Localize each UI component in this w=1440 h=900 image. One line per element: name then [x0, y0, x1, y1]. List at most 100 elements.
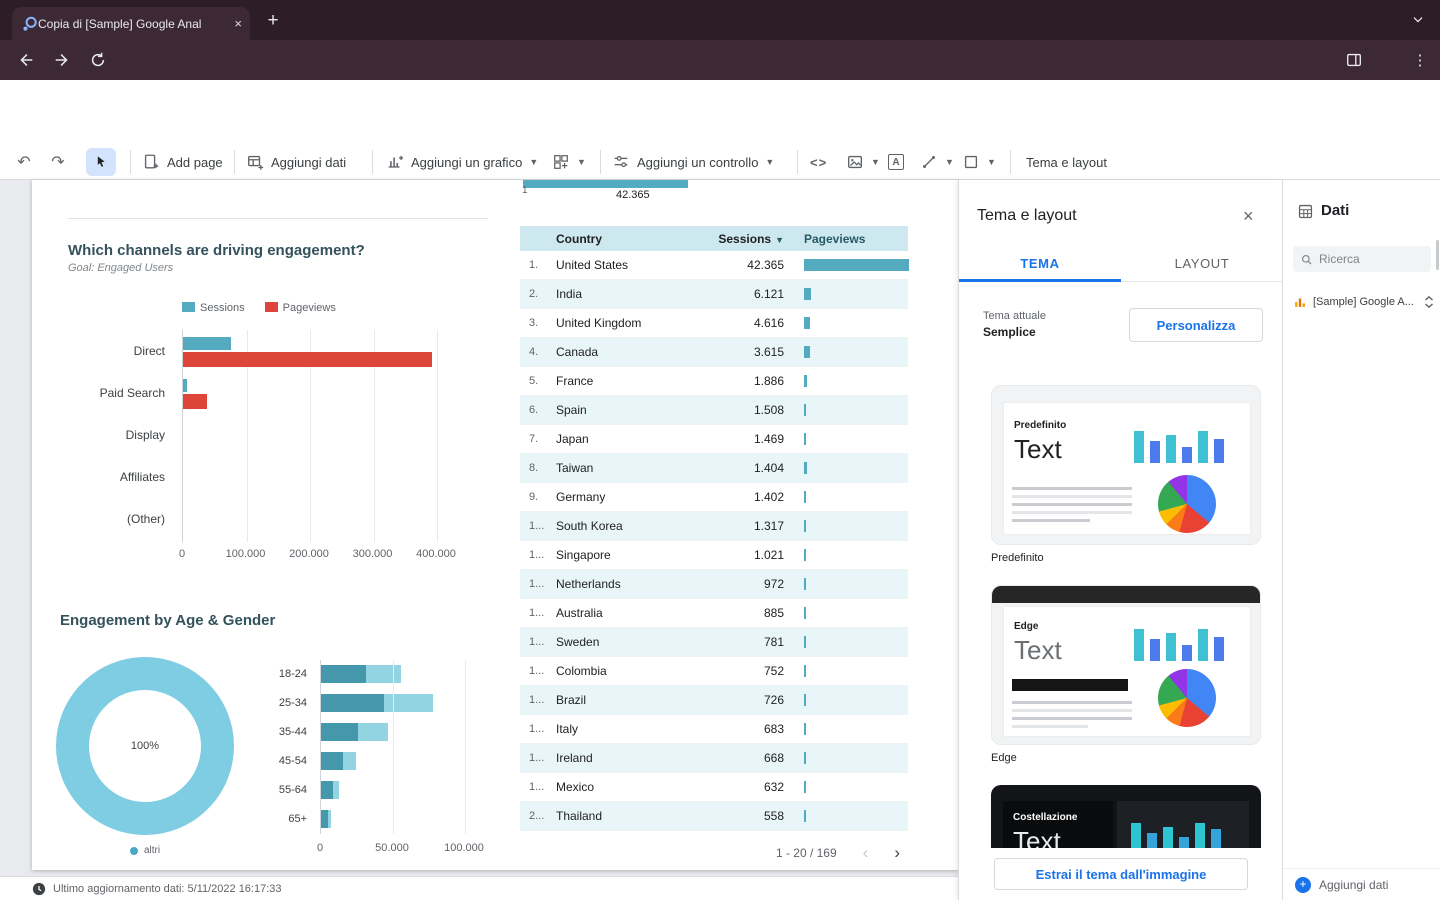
collapse-icon[interactable] — [1423, 295, 1435, 309]
table-row: 1...Colombia752 — [520, 657, 908, 686]
clipped-value-label: 42.365 — [616, 189, 650, 201]
table-row: 1...Brazil726 — [520, 686, 908, 715]
scrollbar-thumb[interactable] — [1436, 240, 1439, 270]
row-country: South Korea — [556, 519, 718, 533]
age-bar-segment — [321, 781, 333, 799]
embed-code-button[interactable]: <> — [810, 145, 827, 179]
pageviews-header[interactable]: Pageviews — [790, 232, 908, 246]
sort-caret-icon: ▼ — [775, 235, 784, 245]
theme-layout-label: Tema e layout — [1026, 155, 1107, 170]
tab-tema[interactable]: TEMA — [959, 246, 1121, 281]
redo-icon[interactable]: ↷ — [44, 145, 72, 179]
row-sessions: 3.615 — [718, 345, 790, 359]
table-pagination: 1 - 20 / 169 ‹ › — [520, 844, 908, 861]
chevron-down-icon[interactable] — [1410, 12, 1426, 33]
edge-header-strip — [992, 586, 1261, 603]
add-data-button[interactable]: Aggiungi dati — [246, 145, 346, 179]
image-tool-button[interactable]: ▼ — [846, 145, 880, 179]
age-bar-segment — [333, 781, 339, 799]
community-viz-button[interactable]: ▼ — [552, 145, 586, 179]
mini-bar-chart — [1134, 423, 1224, 463]
text-tool-button[interactable]: A — [888, 145, 904, 179]
extract-theme-button[interactable]: Estrai il tema dall'immagine — [994, 858, 1248, 890]
text-skeleton — [1012, 701, 1134, 733]
age-bar-chart[interactable] — [320, 660, 490, 834]
undo-icon[interactable]: ↶ — [10, 145, 38, 179]
row-rank: 6. — [520, 404, 556, 416]
add-chart-button[interactable]: Aggiungi un grafico ▼ — [386, 145, 538, 179]
legend-label-sessions: Sessions — [200, 302, 245, 314]
table-row: 2.India6.121 — [520, 280, 908, 309]
category-label: 45-54 — [234, 747, 314, 776]
theme-card-predefinito[interactable]: Predefinito Text — [991, 385, 1261, 545]
x-tick-label: 100.000 — [434, 842, 494, 854]
theme-panel-tabs: TEMA LAYOUT — [959, 246, 1283, 282]
page-prev-icon[interactable]: ‹ — [863, 844, 869, 861]
x-tick-label: 0 — [290, 842, 350, 854]
row-pageviews — [790, 520, 908, 532]
shape-tool-button[interactable]: ▼ — [962, 145, 996, 179]
back-icon[interactable] — [12, 46, 40, 74]
channels-chart-subtitle: Goal: Engaged Users — [68, 262, 173, 274]
age-bar-segment — [384, 694, 433, 712]
browser-menu-icon[interactable]: ⋮ — [1406, 46, 1434, 74]
customize-button[interactable]: Personalizza — [1129, 308, 1263, 342]
country-header[interactable]: Country — [556, 232, 718, 246]
row-sessions: 1.404 — [718, 461, 790, 475]
add-data-label: Aggiungi dati — [1319, 878, 1388, 892]
clipped-bar — [523, 180, 688, 188]
browser-tab[interactable]: Copia di [Sample] Google Anal × — [12, 7, 250, 40]
channels-chart-title: Which channels are driving engagement? — [68, 242, 365, 259]
add-page-button[interactable]: Add page — [142, 145, 223, 179]
add-control-button[interactable]: Aggiungi un controllo ▼ — [612, 145, 774, 179]
theme-card-costellazione[interactable]: Costellazione Text — [991, 785, 1261, 848]
search-input[interactable] — [1319, 246, 1425, 272]
browser-tab-strip: Copia di [Sample] Google Anal × + — [0, 0, 1440, 40]
row-pageviews — [790, 665, 908, 677]
age-bar-segment — [343, 752, 356, 770]
reload-icon[interactable] — [84, 46, 112, 74]
report-canvas[interactable]: 1 42.365 Which channels are driving enga… — [32, 180, 958, 870]
forward-icon[interactable] — [48, 46, 76, 74]
row-pageviews — [790, 346, 908, 358]
datastudio-favicon-icon — [22, 16, 38, 32]
category-label: 25-34 — [234, 689, 314, 718]
row-pageviews — [790, 752, 908, 764]
pageviews-bar — [804, 317, 810, 329]
table-row: 1...Singapore1.021 — [520, 541, 908, 570]
row-rank: 1... — [520, 578, 556, 590]
row-country: Germany — [556, 490, 718, 504]
channels-category-labels: DirectPaid SearchDisplayAffiliates(Other… — [37, 330, 177, 540]
theme-card-edge[interactable]: Edge Text — [991, 585, 1261, 745]
chevron-down-icon: ▼ — [945, 157, 954, 167]
data-search-box[interactable] — [1293, 246, 1431, 272]
country-table[interactable]: Country Sessions▼ Pageviews 1.United Sta… — [520, 226, 908, 831]
channels-legend: Sessions Pageviews — [182, 302, 336, 314]
sessions-header[interactable]: Sessions▼ — [718, 232, 790, 246]
row-rank: 3. — [520, 317, 556, 329]
pageviews-bar — [804, 346, 810, 358]
row-pageviews — [790, 375, 908, 387]
new-tab-button[interactable]: + — [260, 8, 286, 34]
gridline — [465, 660, 466, 834]
chevron-down-icon: ▼ — [765, 157, 774, 167]
row-sessions: 668 — [718, 751, 790, 765]
tab-close-icon[interactable]: × — [234, 16, 242, 31]
channels-bar-chart[interactable] — [182, 330, 482, 542]
screen: Copia di [Sample] Google Anal × + datast… — [0, 0, 1440, 900]
add-control-icon — [612, 153, 630, 171]
side-panel-icon[interactable] — [1340, 46, 1368, 74]
theme-layout-button[interactable]: Tema e layout — [1026, 145, 1107, 179]
add-data-footer[interactable]: + Aggiungi dati — [1283, 868, 1440, 900]
row-sessions: 1.021 — [718, 548, 790, 562]
row-pageviews — [790, 781, 908, 793]
select-tool-button[interactable] — [86, 148, 116, 176]
page-next-icon[interactable]: › — [894, 844, 900, 861]
close-icon[interactable]: × — [1243, 206, 1254, 227]
age-gender-title: Engagement by Age & Gender — [60, 612, 275, 629]
data-source-item[interactable]: [Sample] Google A... — [1293, 292, 1435, 312]
row-rank: 1... — [520, 723, 556, 735]
row-pageviews — [790, 288, 908, 300]
tab-layout[interactable]: LAYOUT — [1121, 246, 1283, 281]
line-tool-button[interactable]: ▼ — [920, 145, 954, 179]
